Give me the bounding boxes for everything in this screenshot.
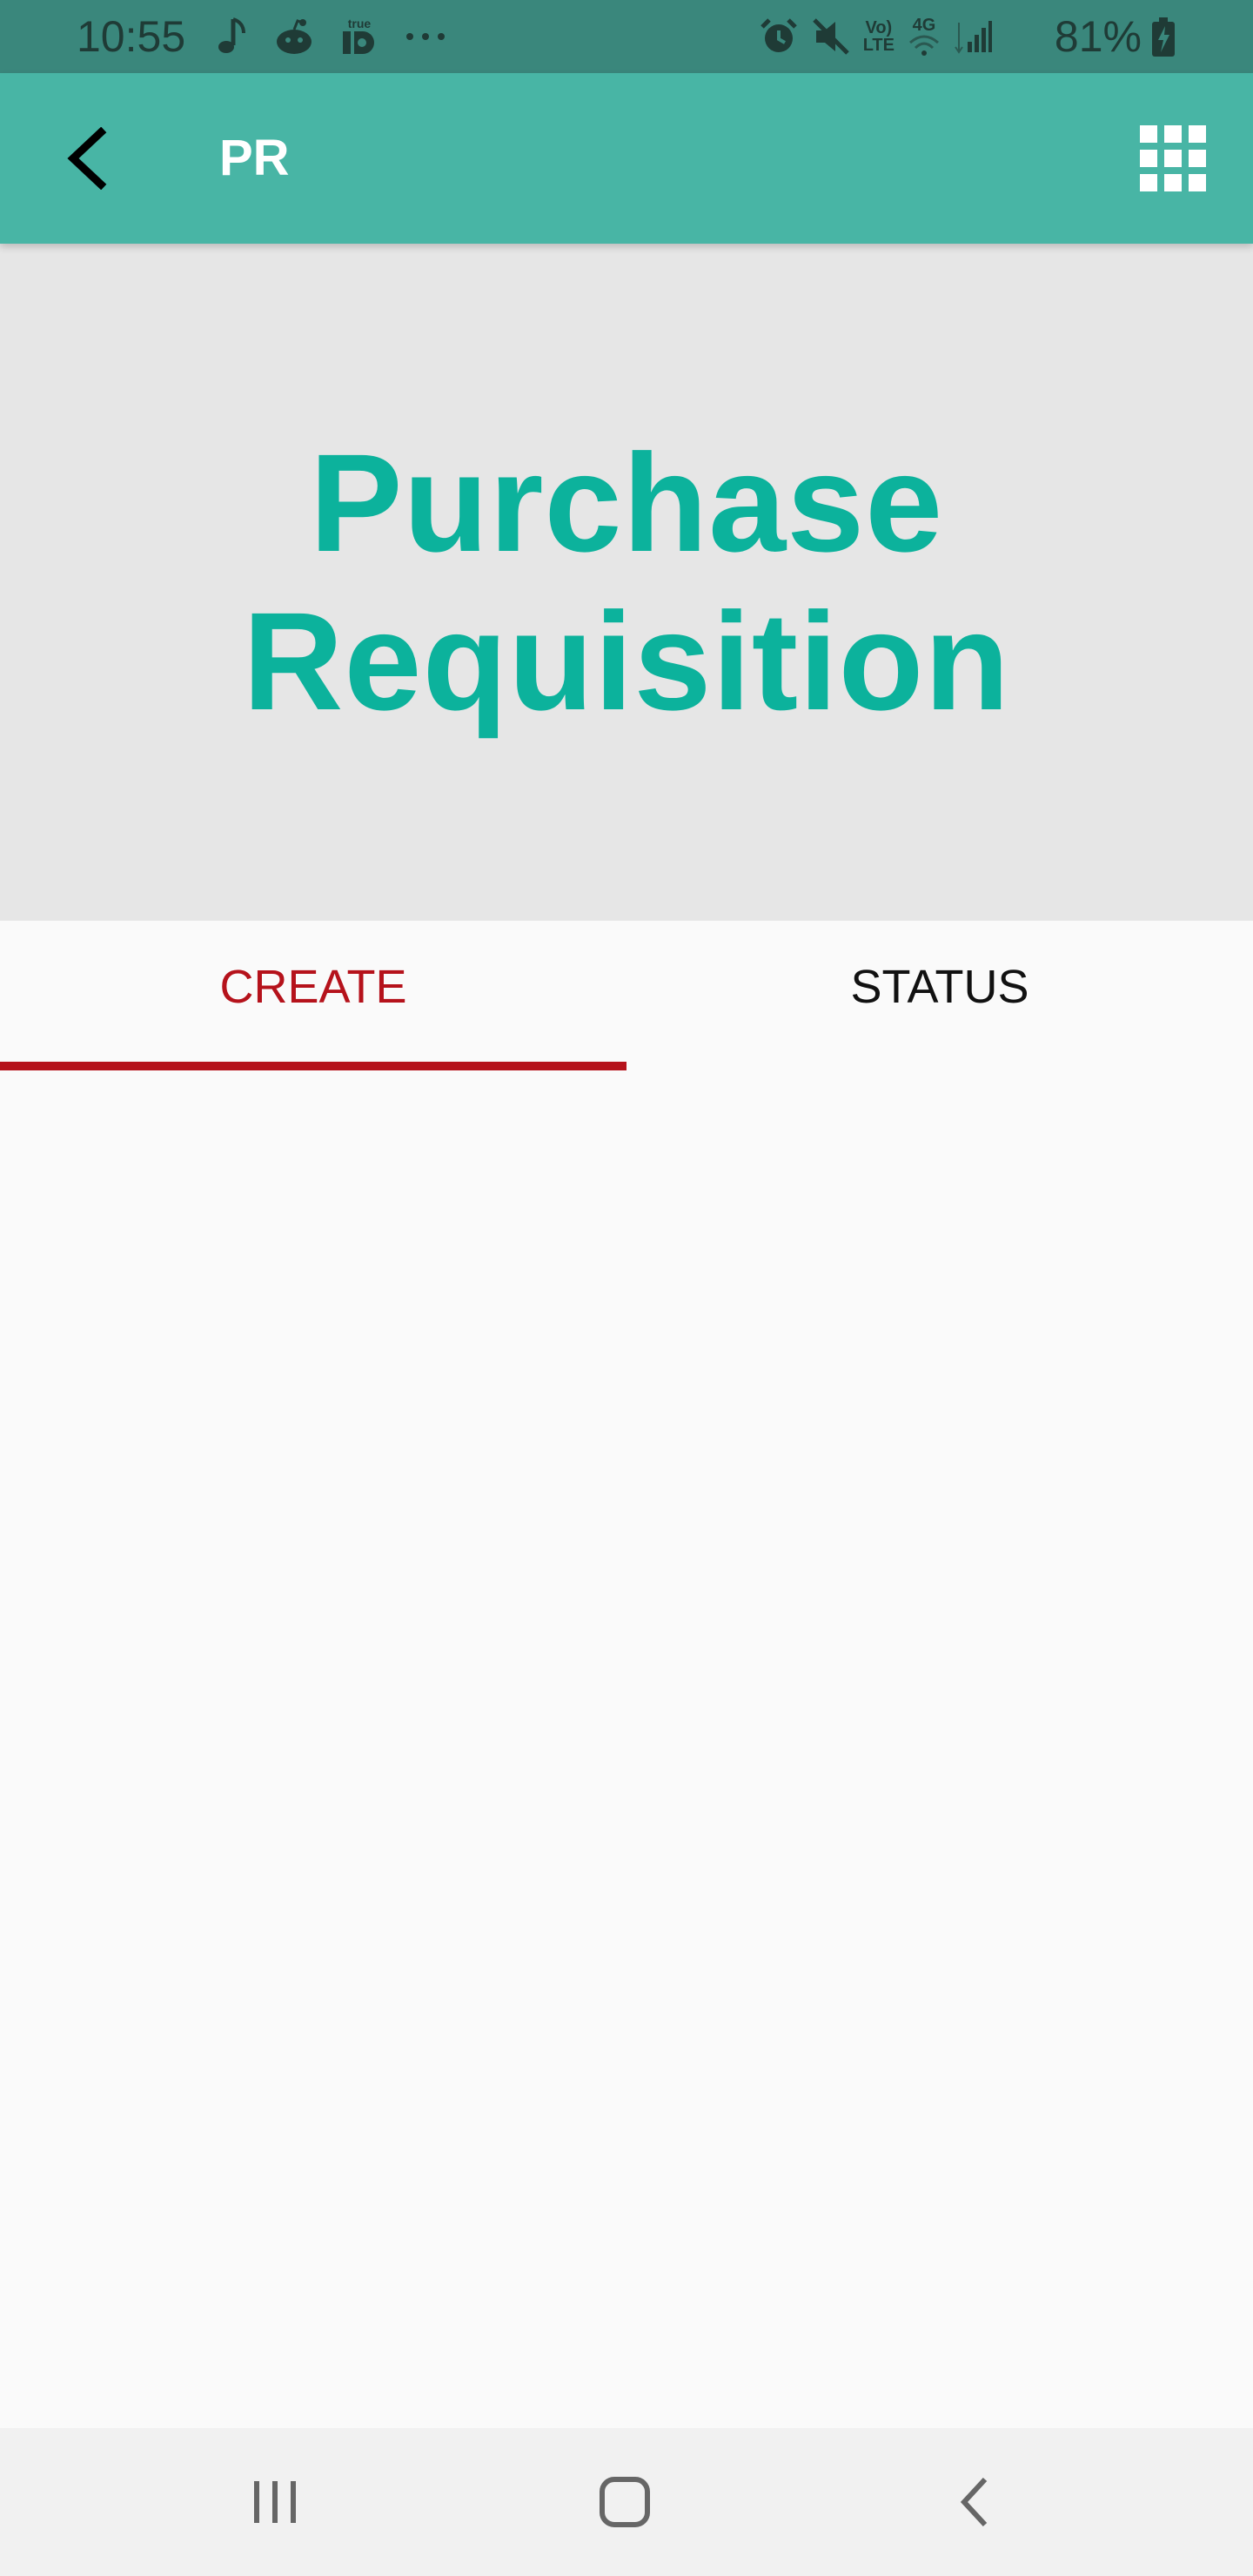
more-dots-icon [404,28,447,45]
trueid-icon: true [339,16,379,57]
volte-bottom-text: LTE [862,36,895,55]
system-nav-bar [0,2428,1253,2576]
mute-icon [811,17,851,57]
home-button[interactable] [573,2463,677,2541]
signal-icon [954,19,992,54]
hero-title-line1: Purchase [309,425,944,580]
back-arrow-icon [67,127,107,190]
alarm-icon [759,17,799,57]
tab-create-label: CREATE [219,961,407,1013]
back-button[interactable] [49,120,125,197]
status-time: 10:55 [77,12,186,61]
tab-status[interactable]: STATUS [626,921,1253,1070]
tab-content [0,1070,1253,2428]
system-status-icons: Vo) LTE 4G [759,12,992,61]
reddit-icon [273,17,315,56]
apps-menu-button[interactable] [1131,117,1215,200]
apps-grid-icon [1140,125,1206,191]
status-bar: 10:55 true Vo) LTE 4G 81% [0,0,1253,73]
tab-status-label: STATUS [850,961,1029,1013]
recent-apps-button[interactable] [223,2463,327,2541]
hero-title-line2: Requisition [242,583,1011,739]
home-icon [600,2477,650,2527]
volte-icon: Vo) LTE [863,19,895,54]
hero-banner: Purchase Requisition [0,244,1253,921]
hero-title: Purchase Requisition [235,424,1018,741]
music-note-icon [214,16,249,57]
wifi-icon: 4G [907,17,941,57]
recent-apps-icon [254,2481,296,2523]
battery-percent: 81% [1054,12,1142,61]
tab-create[interactable]: CREATE [0,921,626,1070]
tab-bar: CREATE STATUS [0,921,1253,1070]
svg-text:true: true [348,17,372,30]
volte-top-text: Vo) [865,18,893,37]
back-icon [960,2477,988,2527]
battery-charging-icon [1150,17,1176,57]
network-gen-text: 4G [912,16,936,35]
app-bar: PR [0,73,1253,244]
screen: 10:55 true Vo) LTE 4G 81% PR Purchase Re… [0,0,1253,2576]
active-tab-indicator [0,1062,626,1070]
nav-back-button[interactable] [922,2463,1027,2541]
app-title: PR [219,130,290,186]
notification-icons: true [214,12,447,61]
